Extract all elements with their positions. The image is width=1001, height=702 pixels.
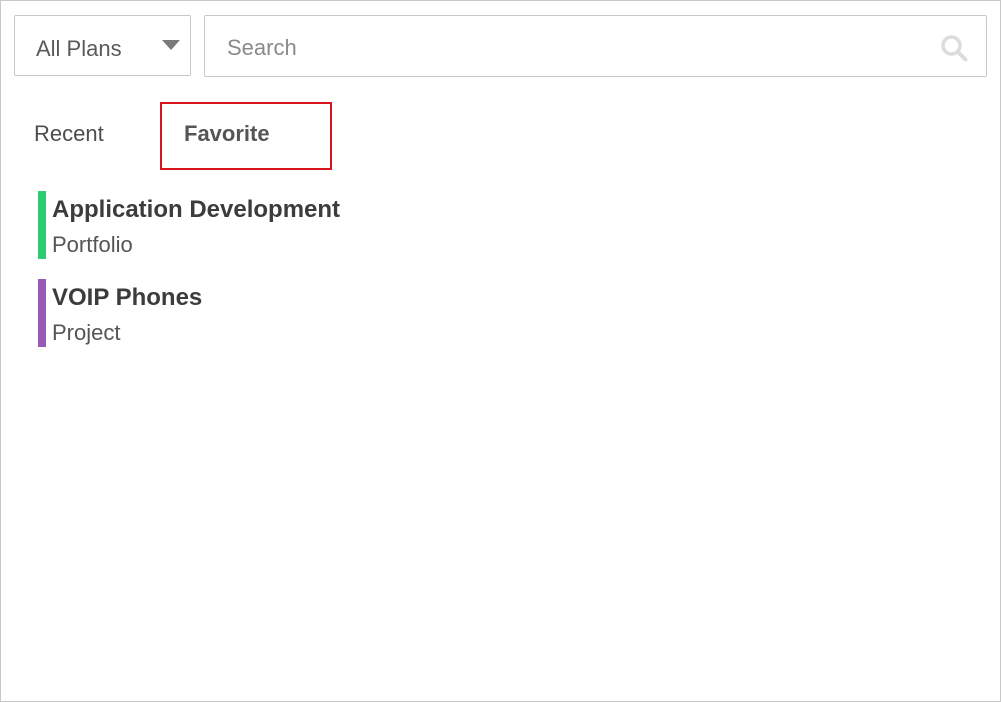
tab-favorite-label: Favorite xyxy=(184,121,270,146)
search-input[interactable] xyxy=(225,30,929,66)
item-title: Application Development xyxy=(52,196,341,223)
search-field[interactable] xyxy=(204,15,987,77)
search-icon[interactable] xyxy=(940,34,968,62)
tab-recent[interactable]: Recent xyxy=(34,121,104,147)
list-item-application-development[interactable]: Application Development Portfolio xyxy=(38,191,438,259)
color-bar xyxy=(38,279,46,347)
item-type: Project xyxy=(52,320,121,345)
plan-picker-panel: All Plans Recent Favorite Application De… xyxy=(0,0,1001,702)
item-type: Portfolio xyxy=(52,232,133,257)
plan-filter-dropdown[interactable]: All Plans xyxy=(14,15,191,76)
caret-down-icon xyxy=(162,40,180,50)
tab-favorite[interactable]: Favorite xyxy=(160,102,332,170)
plan-filter-label: All Plans xyxy=(36,36,122,61)
color-bar xyxy=(38,191,46,259)
list-item-voip-phones[interactable]: VOIP Phones Project xyxy=(38,279,438,347)
item-title: VOIP Phones xyxy=(52,284,203,311)
